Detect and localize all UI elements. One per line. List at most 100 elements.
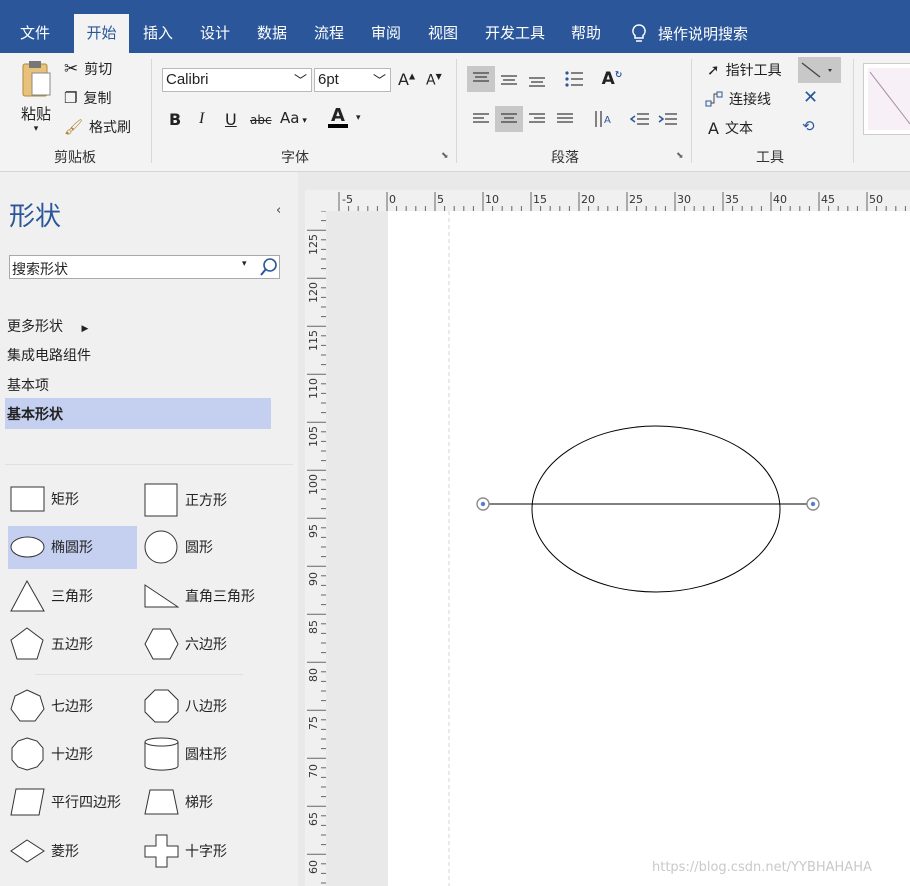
search-shapes-input[interactable]: 搜索形状 ▾ — [9, 255, 280, 279]
align-bottom-icon — [529, 77, 545, 87]
align-right-button[interactable] — [523, 106, 551, 132]
shape-hexagon[interactable]: 六边形 — [144, 627, 227, 661]
horizontal-ruler[interactable]: -5 0 5 10 15 20 25 30 35 40 45 50 — [305, 190, 910, 212]
bullets-button[interactable] — [560, 66, 588, 92]
strikethrough-button[interactable]: abc — [250, 113, 272, 127]
align-bottom-button[interactable] — [523, 66, 551, 92]
font-color-icon: A — [331, 105, 345, 126]
shape-heptagon[interactable]: 七边形 — [10, 689, 93, 723]
paste-button[interactable]: 粘贴 ▾ — [14, 59, 58, 137]
align-top-button[interactable] — [467, 66, 495, 92]
increase-indent-button[interactable] — [654, 106, 682, 132]
nav-basic-items[interactable]: 基本项 — [7, 375, 49, 395]
paste-icon — [22, 61, 51, 97]
delete-connector-icon[interactable]: ✕ — [803, 87, 818, 108]
font-name-select[interactable]: Calibri ﹀ — [162, 68, 312, 92]
ruler-label: -5 — [342, 193, 353, 206]
drawing-canvas[interactable] — [388, 211, 910, 886]
shape-parallelogram[interactable]: 平行四边形 — [10, 785, 121, 819]
font-color-button[interactable]: A — [328, 105, 348, 128]
line-tool-dropdown[interactable] — [798, 57, 841, 83]
shape-diamond[interactable]: 菱形 — [10, 834, 79, 868]
shape-ellipse[interactable]: 椭圆形 — [10, 531, 93, 563]
shape-triangle[interactable]: 三角形 — [10, 579, 93, 613]
pointer-tool-button[interactable]: ➚ 指针工具 — [707, 60, 782, 80]
ruler-label: 95 — [307, 524, 320, 538]
tell-me-label: 操作说明搜索 — [658, 24, 749, 43]
shape-rectangle[interactable]: 矩形 — [10, 483, 79, 515]
group-divider — [151, 59, 152, 163]
dialog-launcher-icon[interactable]: ⬊ — [441, 151, 449, 161]
shape-square[interactable]: 正方形 — [144, 483, 227, 517]
tab-design[interactable]: 设计 — [192, 14, 238, 53]
decrease-indent-icon — [630, 113, 649, 125]
brush-icon: 🖌 — [64, 118, 84, 136]
text-direction-button[interactable]: A↻ — [598, 66, 626, 92]
tab-file[interactable]: 文件 — [10, 14, 60, 53]
tab-review[interactable]: 审阅 — [363, 14, 409, 53]
ruler-label: 50 — [869, 193, 883, 206]
chevron-down-icon[interactable]: ▾ — [242, 259, 247, 269]
align-middle-button[interactable] — [495, 66, 523, 92]
font-name-value: Calibri — [166, 71, 209, 88]
chevron-down-icon[interactable]: ▾ — [356, 113, 361, 123]
tab-help[interactable]: 帮助 — [563, 14, 609, 53]
rotate-icon[interactable]: ⟲ — [802, 117, 815, 135]
shape-decagon[interactable]: 十边形 — [10, 737, 93, 771]
align-left-button[interactable] — [467, 106, 495, 132]
decrease-indent-button[interactable] — [626, 106, 654, 132]
change-case-button[interactable]: Aa ▾ — [280, 109, 307, 127]
nav-more-shapes[interactable]: 更多形状 ▶ — [7, 316, 88, 336]
shape-circle[interactable]: 圆形 — [144, 530, 213, 564]
shape-trapezoid[interactable]: 梯形 — [144, 785, 213, 819]
shape-label: 圆柱形 — [185, 747, 227, 763]
underline-button[interactable]: U — [225, 110, 237, 129]
vertical-text-button[interactable]: A — [589, 106, 617, 132]
italic-button[interactable]: I — [199, 110, 204, 128]
shape-cross[interactable]: 十字形 — [144, 834, 227, 868]
tab-home[interactable]: 开始 — [74, 14, 129, 53]
shape-label: 椭圆形 — [51, 540, 93, 556]
cut-button[interactable]: ✂ 剪切 — [64, 59, 112, 79]
tell-me-search[interactable]: 操作说明搜索 — [630, 14, 765, 53]
shape-label: 正方形 — [185, 493, 227, 509]
line-end-handle[interactable] — [806, 497, 820, 511]
copy-button[interactable]: ❐ 复制 — [64, 88, 111, 108]
shape-label: 三角形 — [51, 589, 93, 605]
font-size-select[interactable]: 6pt ﹀ — [314, 68, 391, 92]
tab-developer[interactable]: 开发工具 — [477, 14, 553, 53]
text-tool-button[interactable]: A 文本 — [708, 118, 753, 138]
line-start-handle[interactable] — [476, 497, 490, 511]
shape-style-gallery[interactable] — [863, 63, 910, 135]
tab-view[interactable]: 视图 — [420, 14, 466, 53]
ellipse-shape[interactable] — [531, 425, 781, 593]
shape-label: 直角三角形 — [185, 589, 255, 605]
shape-octagon[interactable]: 八边形 — [144, 689, 227, 723]
search-icon[interactable] — [259, 257, 279, 277]
shape-right-triangle[interactable]: 直角三角形 — [144, 579, 255, 613]
bold-button[interactable]: B — [169, 110, 181, 129]
ruler-label: 5 — [437, 193, 444, 206]
tab-data[interactable]: 数据 — [249, 14, 295, 53]
shape-cylinder[interactable]: 圆柱形 — [144, 737, 227, 771]
connector-button[interactable]: 连接线 — [705, 89, 771, 109]
collapse-pane-icon[interactable]: ‹ — [276, 203, 281, 218]
format-painter-button[interactable]: 🖌 格式刷 — [64, 117, 131, 137]
nav-basic-shapes[interactable]: 基本形状 — [7, 404, 63, 424]
change-case-icon: Aa — [280, 109, 300, 127]
vertical-ruler[interactable]: 125 120 115 110 105 100 95 90 85 80 75 7… — [305, 211, 327, 886]
dialog-launcher-icon[interactable]: ⬊ — [676, 151, 684, 161]
shape-pentagon[interactable]: 五边形 — [10, 627, 93, 661]
justify-button[interactable] — [551, 106, 579, 132]
grow-font-button[interactable]: A▲ — [398, 70, 415, 89]
ruler-label: 120 — [307, 282, 320, 303]
right-triangle-icon — [144, 584, 179, 608]
align-center-button[interactable] — [495, 106, 523, 132]
ruler-label: 85 — [307, 620, 320, 634]
copy-label: 复制 — [83, 91, 112, 107]
shrink-font-button[interactable]: A▼ — [426, 72, 442, 89]
tab-insert[interactable]: 插入 — [135, 14, 181, 53]
tab-process[interactable]: 流程 — [306, 14, 352, 53]
canvas-top-strip — [298, 172, 910, 190]
nav-ic-components[interactable]: 集成电路组件 — [7, 345, 91, 365]
